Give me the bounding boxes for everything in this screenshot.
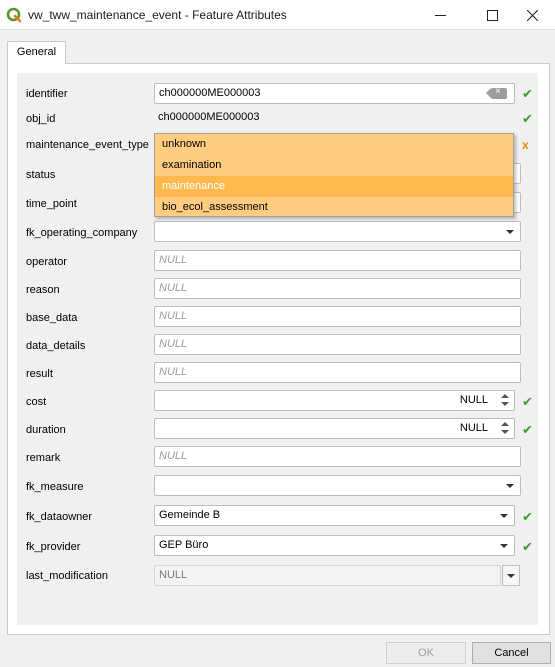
- title-bar: vw_tww_maintenance_event - Feature Attri…: [0, 0, 555, 30]
- clear-icon[interactable]: ×: [486, 86, 507, 99]
- identifier-label: identifier: [26, 88, 68, 100]
- chevron-down-icon: [506, 484, 514, 488]
- dropdown-option-maintenance[interactable]: maintenance: [155, 176, 513, 197]
- reason-input[interactable]: NULL: [154, 278, 521, 299]
- cost-value: NULL: [459, 394, 488, 406]
- cost-label: cost: [26, 396, 47, 408]
- remark-label: remark: [26, 452, 61, 464]
- chevron-down-icon: [500, 544, 508, 548]
- check-icon: ✔: [522, 509, 533, 524]
- close-icon[interactable]: [509, 0, 555, 30]
- fk-provider-label: fk_provider: [26, 541, 81, 553]
- maintenance-event-type-dropdown[interactable]: unknown examination maintenance bio_ecol…: [154, 133, 514, 217]
- fk-dataowner-combo[interactable]: Gemeinde B: [154, 505, 515, 526]
- duration-spinbox[interactable]: NULL: [154, 418, 515, 439]
- reason-label: reason: [26, 284, 60, 296]
- fk-dataowner-label: fk_dataowner: [26, 511, 93, 523]
- dropdown-option-examination[interactable]: examination: [155, 155, 513, 176]
- chevron-down-icon: [507, 574, 515, 578]
- result-label: result: [26, 368, 53, 380]
- last-modification-label: last_modification: [26, 570, 108, 582]
- base-data-input[interactable]: NULL: [154, 306, 521, 327]
- qgis-icon: [6, 7, 22, 23]
- time-point-label: time_point: [26, 198, 77, 210]
- check-icon: ✔: [522, 539, 533, 554]
- obj-id-label: obj_id: [26, 113, 56, 125]
- operator-label: operator: [26, 256, 67, 268]
- cost-spinbox[interactable]: NULL: [154, 390, 515, 411]
- fk-provider-combo[interactable]: GEP Büro: [154, 535, 515, 556]
- tab-general[interactable]: General: [7, 41, 66, 64]
- minimize-icon[interactable]: [417, 0, 463, 30]
- result-input[interactable]: NULL: [154, 362, 521, 383]
- spin-arrows-icon[interactable]: [499, 393, 511, 408]
- check-icon: ✔: [522, 86, 533, 101]
- data-details-label: data_details: [26, 340, 86, 352]
- date-picker-button[interactable]: [502, 565, 520, 586]
- duration-label: duration: [26, 424, 66, 436]
- check-icon: ✔: [522, 111, 533, 126]
- maintenance-event-type-label: maintenance_event_type: [26, 139, 149, 151]
- remark-input[interactable]: NULL: [154, 446, 521, 467]
- fk-measure-label: fk_measure: [26, 481, 84, 493]
- window-title: vw_tww_maintenance_event - Feature Attri…: [28, 8, 287, 22]
- duration-value: NULL: [459, 422, 488, 434]
- base-data-label: base_data: [26, 312, 78, 324]
- last-modification-input: NULL: [154, 565, 501, 586]
- obj-id-value: ch000000ME000003: [158, 111, 260, 123]
- check-icon: ✔: [522, 394, 533, 409]
- ok-button[interactable]: OK: [386, 642, 466, 664]
- fk-operating-company-label: fk_operating_company: [26, 227, 138, 239]
- warning-icon: x: [522, 138, 529, 152]
- dropdown-option-unknown[interactable]: unknown: [155, 134, 513, 155]
- check-icon: ✔: [522, 422, 533, 437]
- chevron-down-icon: [506, 230, 514, 234]
- operator-input[interactable]: NULL: [154, 250, 521, 271]
- cancel-button[interactable]: Cancel: [472, 642, 551, 664]
- data-details-input[interactable]: NULL: [154, 334, 521, 355]
- status-label: status: [26, 169, 56, 181]
- identifier-input[interactable]: ch000000ME000003: [154, 83, 515, 104]
- fk-operating-company-combo[interactable]: [154, 221, 521, 242]
- chevron-down-icon: [500, 514, 508, 518]
- fk-measure-combo[interactable]: [154, 475, 521, 496]
- spin-arrows-icon[interactable]: [499, 421, 511, 436]
- dropdown-option-bio-ecol-assessment[interactable]: bio_ecol_assessment: [155, 197, 513, 218]
